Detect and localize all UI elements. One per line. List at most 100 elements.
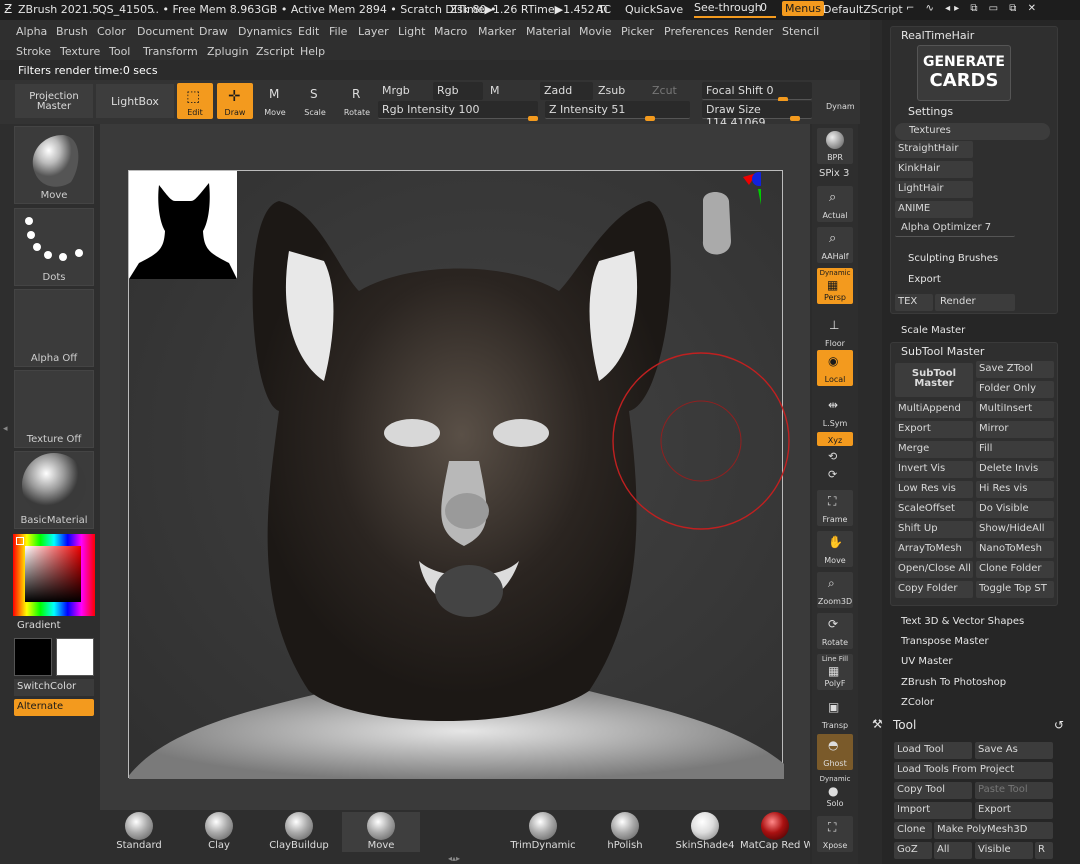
nanotomesh-button[interactable]: NanoToMesh (976, 541, 1054, 558)
move-view-button[interactable]: ✋ Move (817, 531, 853, 567)
kinkhair-button[interactable]: KinkHair (895, 161, 973, 178)
goz-all-button[interactable]: All (934, 842, 972, 859)
m-button[interactable]: M (486, 82, 510, 100)
alpha-optimizer-slider[interactable]: Alpha Optimizer 7 (895, 220, 1015, 237)
brush-claybuildup[interactable]: ClayBuildup (260, 812, 338, 852)
menu-zscript[interactable]: Zscript (256, 45, 294, 58)
see-through-slider[interactable]: See-through 0 (694, 1, 776, 18)
menu-tool[interactable]: Tool (109, 45, 130, 58)
do-visible-button[interactable]: Do Visible (976, 501, 1054, 518)
multiappend-button[interactable]: MultiAppend (895, 401, 973, 418)
hi-res-vis-button[interactable]: Hi Res vis (976, 481, 1054, 498)
tool-palette-title[interactable]: Tool (893, 718, 916, 732)
ac-button[interactable]: AC (596, 3, 611, 16)
anime-button[interactable]: ANIME (895, 201, 973, 218)
menu-alpha[interactable]: Alpha (16, 25, 47, 38)
goz-r-button[interactable]: R (1035, 842, 1053, 859)
render-button[interactable]: Render (935, 294, 1015, 311)
persp-button[interactable]: Dynamic ▦ Persp (817, 268, 853, 304)
settings-button[interactable]: Settings (908, 105, 953, 118)
menu-marker[interactable]: Marker (478, 25, 516, 38)
mirror-button[interactable]: Mirror (976, 421, 1054, 438)
draw-button[interactable]: ✛ Draw (217, 83, 253, 119)
zadd-button[interactable]: Zadd (540, 82, 593, 100)
rgb-button[interactable]: Rgb (433, 82, 483, 100)
collapse-bottom-icon[interactable]: ◂▴▸ (448, 854, 460, 863)
z-intensity-slider[interactable]: Z Intensity 51 (545, 101, 690, 121)
material-matcap-red[interactable]: MatCap Red W (740, 812, 810, 852)
clone-button[interactable]: Clone (894, 822, 932, 839)
floor-button[interactable]: ⊥ Floor (817, 314, 853, 350)
rotate-z-icon[interactable]: ⟳ (828, 468, 837, 481)
edit-button[interactable]: ⬚ Edit (177, 83, 213, 119)
lighthair-button[interactable]: LightHair (895, 181, 973, 198)
menu-light[interactable]: Light (398, 25, 425, 38)
draw-size-slider[interactable]: Draw Size 114.41069 (702, 101, 812, 129)
menu-document[interactable]: Document (137, 25, 194, 38)
alternate-button[interactable]: Alternate (14, 699, 94, 716)
zcolor-title[interactable]: ZColor (901, 697, 934, 708)
brush-hpolish[interactable]: hPolish (586, 812, 664, 852)
menu-picker[interactable]: Picker (621, 25, 654, 38)
save-as-button[interactable]: Save As (975, 742, 1053, 759)
brush-move[interactable]: Move (342, 812, 420, 852)
sculpting-brushes-button[interactable]: Sculpting Brushes (908, 253, 998, 264)
menu-dynamics[interactable]: Dynamics (238, 25, 292, 38)
save-ztool-button[interactable]: Save ZTool (976, 361, 1054, 378)
transp-button[interactable]: ▣ Transp (817, 696, 853, 732)
rotate-button[interactable]: R Rotate (339, 83, 375, 119)
brush-trimdynamic[interactable]: TrimDynamic (504, 812, 582, 852)
paste-tool-button[interactable]: Paste Tool (975, 782, 1053, 799)
rotate-y-icon[interactable]: ⟲ (828, 450, 837, 463)
subtool-master-button[interactable]: SubTool Master (895, 363, 973, 397)
menu-stencil[interactable]: Stencil (782, 25, 819, 38)
make-polymesh3d-button[interactable]: Make PolyMesh3D (934, 822, 1053, 839)
goz-visible-button[interactable]: Visible (975, 842, 1033, 859)
texture-selector[interactable]: Texture Off (14, 370, 94, 448)
brush-selector[interactable]: Move (14, 126, 94, 204)
merge-button[interactable]: Merge (895, 441, 973, 458)
arraytomesh-button[interactable]: ArrayToMesh (895, 541, 973, 558)
menus-button[interactable]: Menus (782, 1, 824, 16)
menu-movie[interactable]: Movie (579, 25, 612, 38)
primary-color-swatch[interactable] (14, 638, 52, 676)
local-button[interactable]: ◉ Local (817, 350, 853, 386)
gradient-label[interactable]: Gradient (17, 620, 61, 631)
dynamic-size-button[interactable]: Dynam (826, 102, 855, 111)
layout-icons[interactable]: ⌐ ∿ ◂▸ ⧉ ▭ ⧉ ✕ (906, 3, 1040, 14)
uv-master-title[interactable]: UV Master (901, 656, 953, 667)
goz-button[interactable]: GoZ (894, 842, 932, 859)
menu-stroke[interactable]: Stroke (16, 45, 51, 58)
textures-button[interactable]: Textures (895, 123, 1050, 140)
zcut-button[interactable]: Zcut (648, 82, 688, 100)
show-hideall-button[interactable]: Show/HideAll (976, 521, 1054, 538)
default-zscript-button[interactable]: DefaultZScript (823, 3, 903, 16)
open-close-all-button[interactable]: Open/Close All (895, 561, 973, 578)
tex-button[interactable]: TEX (895, 294, 933, 311)
alpha-selector[interactable]: Alpha Off (14, 289, 94, 367)
stm-export-button[interactable]: Export (895, 421, 973, 438)
tool-export-button[interactable]: Export (975, 802, 1053, 819)
bpr-button[interactable]: BPR (817, 128, 853, 164)
collapse-left-icon[interactable]: ◂ (3, 424, 8, 434)
actual-button[interactable]: ⌕ Actual (817, 186, 853, 222)
secondary-color-swatch[interactable] (56, 638, 94, 676)
xyz-button[interactable]: Xyz (817, 432, 853, 446)
menu-color[interactable]: Color (97, 25, 126, 38)
xpose-button[interactable]: ⛶ Xpose (817, 816, 853, 852)
load-tools-from-project-button[interactable]: Load Tools From Project (894, 762, 1053, 779)
rgb-intensity-knob[interactable] (528, 116, 538, 121)
navigation-cube[interactable] (701, 171, 761, 281)
color-square[interactable] (25, 546, 81, 602)
projection-master-button[interactable]: Projection Master (15, 84, 93, 118)
quicksave-button[interactable]: QuickSave (625, 3, 683, 16)
clone-folder-button[interactable]: Clone Folder (976, 561, 1054, 578)
realtimehair-export-button[interactable]: Export (908, 274, 941, 285)
scale-button[interactable]: S Scale (297, 83, 333, 119)
load-tool-button[interactable]: Load Tool (894, 742, 972, 759)
straighthair-button[interactable]: StraightHair (895, 141, 973, 158)
menu-transform[interactable]: Transform (143, 45, 198, 58)
frame-button[interactable]: ⛶ Frame (817, 490, 853, 526)
scale-master-title[interactable]: Scale Master (901, 325, 965, 336)
low-res-vis-button[interactable]: Low Res vis (895, 481, 973, 498)
